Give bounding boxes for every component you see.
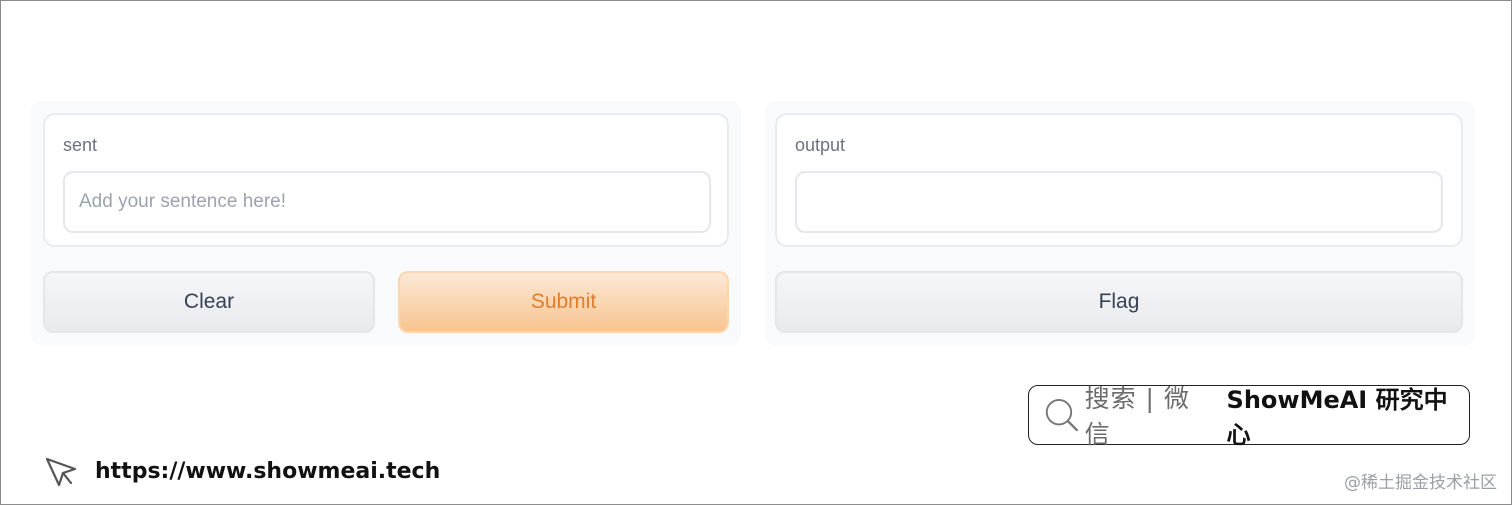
sent-label: sent bbox=[63, 135, 98, 155]
submit-button[interactable]: Submit bbox=[398, 271, 729, 333]
search-icon bbox=[1045, 399, 1079, 432]
search-badge-text: 搜索 | 微信 bbox=[1084, 384, 1190, 449]
output-card: output bbox=[775, 113, 1463, 247]
search-badge-brand: ShowMeAI 研究中心 bbox=[1226, 386, 1448, 449]
output-label: output bbox=[795, 135, 846, 155]
cursor-icon bbox=[45, 457, 77, 487]
output-textbox[interactable] bbox=[795, 171, 1443, 233]
site-url[interactable]: https://www.showmeai.tech bbox=[95, 459, 440, 484]
input-panel: sent Clear Submit bbox=[31, 101, 741, 345]
watermark: @稀土掘金技术社区 bbox=[1344, 473, 1497, 493]
clear-button[interactable]: Clear bbox=[43, 271, 375, 333]
output-panel: output Flag bbox=[765, 101, 1475, 345]
input-card: sent bbox=[43, 113, 729, 247]
flag-button[interactable]: Flag bbox=[775, 271, 1463, 333]
sentence-input[interactable] bbox=[63, 171, 711, 233]
search-badge: 搜索 | 微信 ShowMeAI 研究中心 bbox=[1028, 384, 1470, 449]
page-frame: sent Clear Submit output Flag 搜索 | 微信 Sh… bbox=[0, 0, 1512, 505]
footer-url-row: https://www.showmeai.tech bbox=[41, 451, 440, 491]
